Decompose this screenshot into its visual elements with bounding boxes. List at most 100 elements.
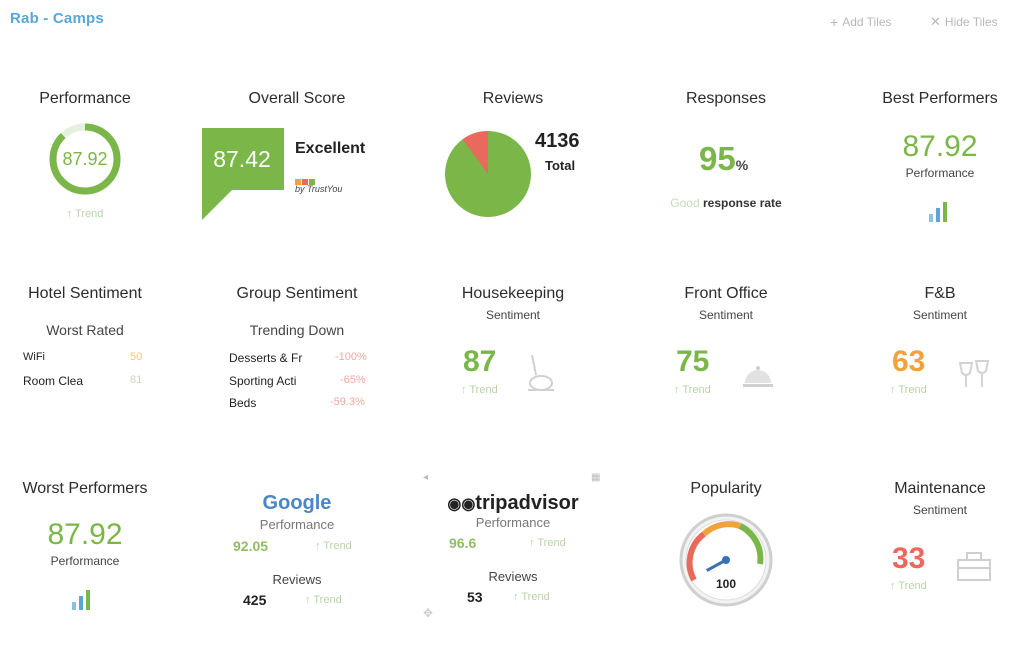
group-sentiment-item-value: -65% (340, 374, 366, 386)
tripadvisor-logo: ◉◉tripadvisor (447, 492, 579, 514)
responses-tile[interactable]: Responses 95% Good response rate (626, 88, 826, 278)
group-sentiment-title: Group Sentiment (236, 285, 358, 302)
group-sentiment-item-label: Beds (229, 396, 257, 410)
front-office-tile[interactable]: Front Office Sentiment 75 ↑ Trend (626, 283, 826, 473)
tripadvisor-reviews-value: 53 (467, 589, 483, 605)
maintenance-trend: ↑ Trend (890, 580, 927, 592)
app-title: Rab - Camps (10, 10, 104, 27)
hotel-sentiment-subtitle: Worst Rated (46, 322, 124, 338)
tripadvisor-subtitle: Performance (475, 515, 551, 530)
best-performers-tile[interactable]: Best Performers 87.92 Performance (840, 88, 1013, 278)
service-bell-icon (743, 366, 773, 387)
housekeeping-title: Housekeeping (461, 285, 565, 302)
maintenance-subtitle: Sentiment (912, 503, 968, 517)
front-office-value: 75 (676, 345, 710, 378)
performance-trend: ↑ Trend (66, 208, 104, 220)
worst-performers-tile[interactable]: Worst Performers 87.92 Performance (0, 478, 185, 668)
responses-value: 95% (699, 140, 749, 177)
group-sentiment-tile[interactable]: Group Sentiment Trending Down Desserts &… (197, 283, 397, 473)
reviews-title: Reviews (482, 90, 544, 107)
popularity-gauge: 100 (679, 513, 773, 607)
settings-icon[interactable]: ▦ (591, 472, 600, 483)
housekeeping-trend: ↑ Trend (461, 384, 498, 396)
google-tile[interactable]: Google Performance 92.05 ↑ Trend Reviews… (197, 478, 397, 668)
hotel-sentiment-item-value: 50 (130, 351, 143, 363)
tripadvisor-score: 96.6 (449, 535, 477, 551)
front-office-title: Front Office (684, 285, 768, 302)
plus-icon: + (830, 14, 839, 30)
google-reviews-label: Reviews (272, 572, 322, 587)
google-score: 92.05 (233, 538, 269, 554)
fnb-tile[interactable]: F&B Sentiment 63 ↑ Trend (840, 283, 1013, 473)
google-reviews-trend: ↑ Trend (305, 594, 342, 606)
bar-chart-icon (929, 202, 947, 222)
hotel-sentiment-item-label: Room Clea (23, 374, 84, 388)
reviews-pie (445, 131, 531, 217)
overall-score-badge: 87.42 (202, 128, 284, 220)
hide-icon: ✕ (930, 14, 941, 29)
trustyou-logo-icon (295, 172, 325, 185)
hotel-sentiment-item-value: 81 (130, 374, 143, 386)
reviews-total-value: 4136 (535, 130, 580, 152)
google-reviews-value: 425 (243, 592, 267, 608)
drag-handle-icon[interactable]: ✥ (423, 606, 433, 620)
popularity-tile[interactable]: Popularity 100 (626, 478, 826, 668)
popularity-value: 100 (716, 577, 736, 591)
maintenance-value: 33 (892, 542, 926, 575)
fnb-title: F&B (924, 285, 956, 302)
hide-tiles-button[interactable]: ✕ Hide Tiles (930, 14, 998, 30)
responses-text: Good response rate (670, 196, 782, 210)
add-tiles-button[interactable]: + Add Tiles (830, 14, 892, 30)
housekeeping-subtitle: Sentiment (485, 308, 541, 322)
hide-tiles-label: Hide Tiles (944, 15, 998, 29)
group-sentiment-item-value: -100% (335, 351, 367, 363)
group-sentiment-item-label: Sporting Acti (229, 374, 297, 388)
google-logo: Google (262, 492, 332, 514)
housekeeping-value: 87 (463, 345, 497, 378)
responses-title: Responses (685, 90, 767, 107)
performance-title: Performance (39, 90, 131, 107)
popularity-title: Popularity (690, 480, 762, 497)
housekeeping-tile[interactable]: Housekeeping Sentiment 87 ↑ Trend (413, 283, 613, 473)
front-office-trend: ↑ Trend (674, 384, 711, 396)
reviews-total-label: Total (545, 158, 576, 173)
worst-performers-label: Performance (50, 554, 120, 568)
worst-performers-value: 87.92 (47, 518, 123, 551)
wine-glass-icon (958, 360, 990, 387)
hotel-sentiment-title: Hotel Sentiment (28, 285, 142, 302)
overall-score-label: Excellent (295, 140, 366, 157)
move-left-icon[interactable]: ◂ (423, 472, 428, 483)
overall-score-title: Overall Score (248, 90, 346, 107)
hotel-sentiment-tile[interactable]: Hotel Sentiment Worst Rated WiFi 50 Room… (0, 283, 185, 473)
owl-icon: ◉◉ (447, 496, 476, 513)
fnb-value: 63 (892, 345, 926, 378)
performance-score: 87.92 (62, 149, 107, 169)
add-tiles-label: Add Tiles (842, 15, 892, 29)
overall-score-value: 87.42 (213, 146, 271, 172)
fnb-trend: ↑ Trend (890, 384, 927, 396)
toolbox-icon (957, 552, 991, 581)
hotel-sentiment-item-label: WiFi (23, 351, 45, 363)
google-trend: ↑ Trend (315, 540, 352, 552)
maintenance-tile[interactable]: Maintenance Sentiment 33 ↑ Trend (840, 478, 1013, 668)
tripadvisor-tile[interactable]: ◂ ▦ ◉◉tripadvisor Performance 96.6 ↑ Tre… (413, 472, 613, 668)
group-sentiment-item-label: Desserts & Fr (229, 351, 303, 365)
overall-score-tile[interactable]: Overall Score 87.42 Excellent by TrustYo… (197, 88, 397, 278)
group-sentiment-subtitle: Trending Down (249, 322, 345, 338)
fnb-subtitle: Sentiment (912, 308, 968, 322)
group-sentiment-item-value: -59.3% (330, 396, 365, 408)
maintenance-title: Maintenance (894, 480, 986, 497)
best-performers-value: 87.92 (902, 130, 978, 163)
tripadvisor-reviews-label: Reviews (488, 569, 538, 584)
bar-chart-icon (72, 590, 90, 610)
worst-performers-title: Worst Performers (22, 480, 148, 497)
best-performers-title: Best Performers (882, 90, 998, 107)
tripadvisor-trend: ↑ Trend (529, 537, 566, 549)
tripadvisor-reviews-trend: ↑ Trend (513, 591, 550, 603)
google-subtitle: Performance (259, 517, 335, 532)
performance-tile[interactable]: Performance 87.92 ↑ Trend (0, 88, 185, 278)
best-performers-label: Performance (905, 166, 975, 180)
vacuum-icon (528, 354, 554, 391)
front-office-subtitle: Sentiment (698, 308, 754, 322)
reviews-tile[interactable]: Reviews 4136 Total (413, 88, 613, 278)
